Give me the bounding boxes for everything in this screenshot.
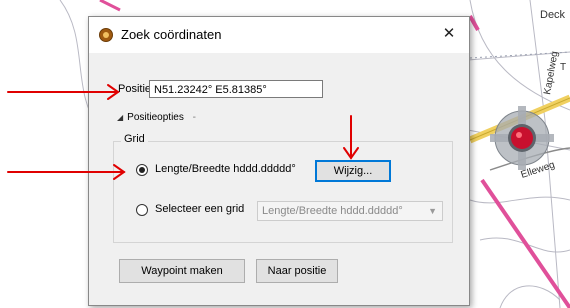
annotation-arrows [7,84,359,180]
arrow-right-icon [7,84,120,100]
arrow-right-icon [7,164,126,180]
arrow-down-icon [343,115,359,160]
